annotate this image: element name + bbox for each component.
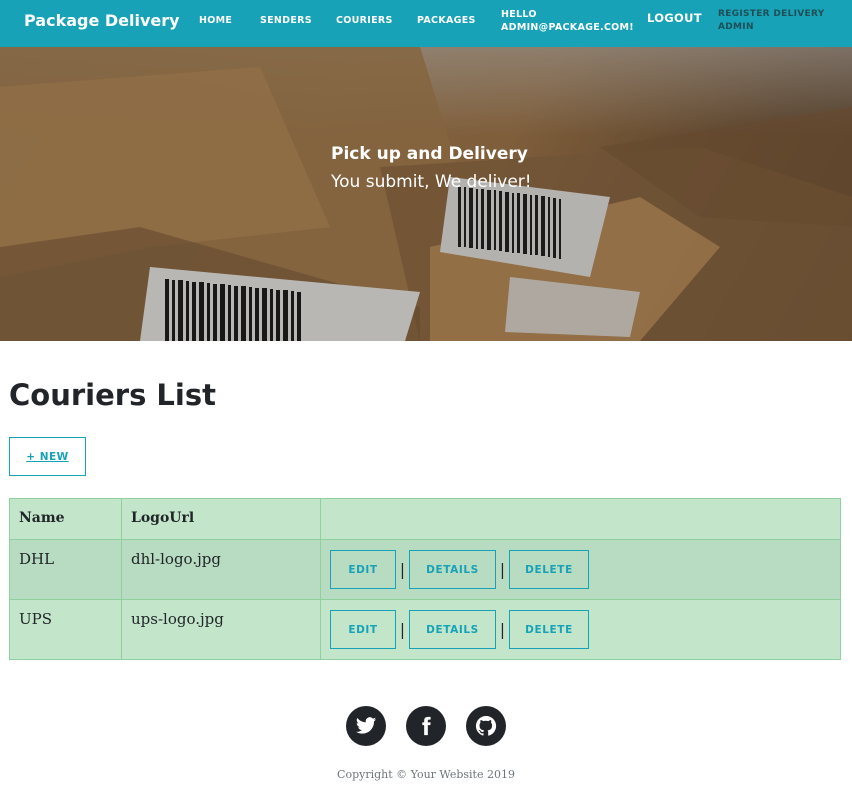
action-separator: | bbox=[399, 560, 406, 579]
nav-hello-line2: ADMIN@PACKAGE.COM! bbox=[501, 22, 634, 33]
edit-button[interactable]: EDIT bbox=[330, 610, 396, 649]
cell-name: DHL bbox=[9, 539, 122, 600]
table-header-row: Name LogoUrl bbox=[9, 498, 841, 540]
delete-button[interactable]: DELETE bbox=[509, 550, 589, 589]
hero-subtitle: You submit, We deliver! bbox=[331, 172, 532, 192]
cell-name: UPS bbox=[9, 599, 122, 660]
table-row: DHL dhl-logo.jpg EDIT | DETAILS | DELETE bbox=[9, 539, 841, 600]
twitter-link[interactable] bbox=[346, 706, 386, 746]
cell-logourl: ups-logo.jpg bbox=[121, 599, 321, 660]
github-link[interactable] bbox=[466, 706, 506, 746]
nav-hello-line1: HELLO bbox=[501, 9, 537, 20]
facebook-icon bbox=[422, 716, 431, 736]
new-courier-button[interactable]: + NEW bbox=[9, 437, 86, 476]
delete-button[interactable]: DELETE bbox=[509, 610, 589, 649]
nav-couriers[interactable]: COURIERS bbox=[336, 14, 393, 27]
nav-logout[interactable]: LOGOUT bbox=[647, 12, 702, 25]
hero-banner: Pick up and Delivery You submit, We deli… bbox=[0, 47, 852, 341]
action-separator: | bbox=[499, 620, 506, 639]
action-separator: | bbox=[399, 620, 406, 639]
brand-logo[interactable]: Package Delivery bbox=[24, 11, 180, 30]
details-button[interactable]: DETAILS bbox=[409, 610, 496, 649]
header-actions bbox=[320, 498, 841, 540]
cell-logourl: dhl-logo.jpg bbox=[121, 539, 321, 600]
header-logourl: LogoUrl bbox=[121, 498, 321, 540]
nav-register-admin[interactable]: REGISTER DELIVERY ADMIN bbox=[718, 8, 825, 34]
details-button[interactable]: DETAILS bbox=[409, 550, 496, 589]
action-separator: | bbox=[499, 560, 506, 579]
page-title: Couriers List bbox=[9, 378, 216, 412]
hero-boxes-image bbox=[0, 47, 852, 341]
cell-actions: EDIT | DETAILS | DELETE bbox=[320, 539, 841, 600]
facebook-link[interactable] bbox=[406, 706, 446, 746]
nav-register-line2: ADMIN bbox=[718, 22, 754, 32]
hero-title: Pick up and Delivery bbox=[331, 144, 528, 164]
copyright-text: Copyright © Your Website 2019 bbox=[337, 768, 515, 781]
nav-home[interactable]: HOME bbox=[199, 14, 232, 27]
nav-register-line1: REGISTER DELIVERY bbox=[718, 9, 825, 19]
navbar: Package Delivery HOME SENDERS COURIERS P… bbox=[0, 0, 852, 47]
edit-button[interactable]: EDIT bbox=[330, 550, 396, 589]
nav-hello-user[interactable]: HELLO ADMIN@PACKAGE.COM! bbox=[501, 8, 634, 34]
github-icon bbox=[475, 715, 497, 736]
nav-senders[interactable]: SENDERS bbox=[260, 14, 312, 27]
nav-packages[interactable]: PACKAGES bbox=[417, 14, 476, 27]
cell-actions: EDIT | DETAILS | DELETE bbox=[320, 599, 841, 660]
twitter-icon bbox=[355, 717, 377, 734]
couriers-table: Name LogoUrl DHL dhl-logo.jpg EDIT | DET… bbox=[9, 498, 841, 660]
table-row: UPS ups-logo.jpg EDIT | DETAILS | DELETE bbox=[9, 599, 841, 660]
header-name: Name bbox=[9, 498, 122, 540]
